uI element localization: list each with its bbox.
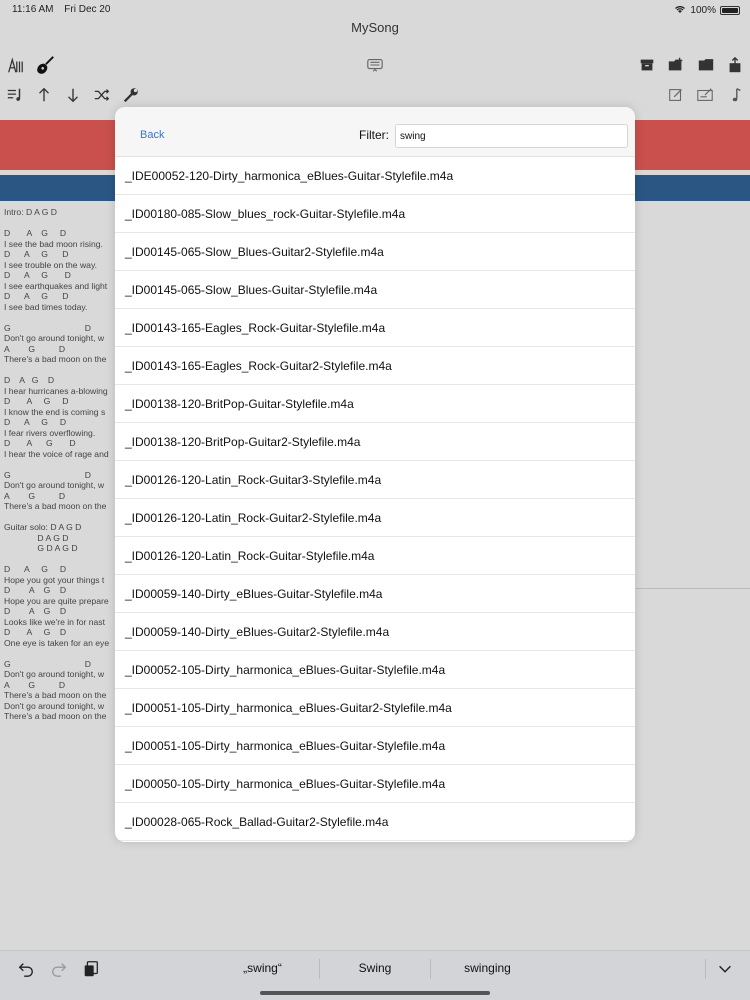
playlist-icon[interactable] — [5, 85, 25, 105]
file-list-item[interactable]: _ID00052-105-Dirty_harmonica_eBlues-Guit… — [115, 651, 635, 689]
file-list-item[interactable]: _ID00126-120-Latin_Rock-Guitar2-Stylefil… — [115, 499, 635, 537]
arrow-up-icon[interactable] — [34, 85, 54, 105]
file-list-item[interactable]: _ID00138-120-BritPop-Guitar2-Stylefile.m… — [115, 423, 635, 461]
file-list-item[interactable]: _ID00180-085-Slow_blues_rock-Guitar-Styl… — [115, 195, 635, 233]
undo-icon[interactable] — [16, 959, 36, 979]
suggestion-divider — [430, 959, 431, 979]
suggestion-divider — [319, 959, 320, 979]
suggestion-divider — [705, 959, 706, 979]
app-title: MySong — [351, 20, 399, 35]
music-note-icon[interactable] — [725, 85, 745, 105]
tuner-icon[interactable] — [5, 56, 25, 76]
folder-icon[interactable] — [696, 55, 716, 75]
file-list-item[interactable]: _ID00050-105-Dirty_harmonica_eBlues-Guit… — [115, 765, 635, 803]
file-list-item[interactable]: _IDE00052-120-Dirty_harmonica_eBlues-Gui… — [115, 157, 635, 195]
file-list: _IDE00052-120-Dirty_harmonica_eBlues-Gui… — [115, 157, 635, 841]
file-list-item[interactable]: _ID00051-105-Dirty_harmonica_eBlues-Guit… — [115, 689, 635, 727]
modal-header: Back Filter: — [115, 107, 635, 157]
file-list-item[interactable]: _ID00126-120-Latin_Rock-Guitar-Stylefile… — [115, 537, 635, 575]
edit-icon[interactable] — [666, 85, 686, 105]
file-list-item[interactable]: _ID00143-165-Eagles_Rock-Guitar-Stylefil… — [115, 309, 635, 347]
file-list-item[interactable]: _ID00145-065-Slow_Blues-Guitar2-Stylefil… — [115, 233, 635, 271]
share-icon[interactable] — [725, 55, 745, 75]
file-list-item[interactable]: _ID00059-140-Dirty_eBlues-Guitar2-Stylef… — [115, 613, 635, 651]
arrow-down-icon[interactable] — [63, 85, 83, 105]
file-list-item[interactable]: _ID00051-105-Dirty_harmonica_eBlues-Guit… — [115, 727, 635, 765]
suggestion-capitalized[interactable]: Swing — [335, 961, 415, 975]
file-list-item[interactable]: _ID00059-140-Dirty_eBlues-Guitar-Stylefi… — [115, 575, 635, 613]
keyboard-toggle-icon[interactable] — [365, 55, 385, 75]
file-list-item[interactable]: _ID00028-065-Rock_Ballad-Guitar2-Stylefi… — [115, 803, 635, 841]
dismiss-keyboard-icon[interactable] — [715, 959, 735, 979]
suggestion-word[interactable]: swinging — [440, 961, 535, 975]
guitar-icon[interactable] — [33, 54, 57, 78]
song-lyrics: Intro: D A G D D A G D I see the bad moo… — [4, 207, 110, 721]
status-time: 11:16 AM — [12, 4, 54, 15]
file-list-item[interactable]: _ID00126-120-Latin_Rock-Guitar3-Stylefil… — [115, 461, 635, 499]
paste-icon[interactable] — [81, 959, 101, 979]
status-bar: 11:16 AM Fri Dec 20 100% — [0, 0, 750, 20]
archive-icon[interactable] — [637, 55, 657, 75]
file-list-item[interactable]: _ID00145-065-Slow_Blues-Guitar-Stylefile… — [115, 271, 635, 309]
back-button[interactable]: Back — [140, 129, 164, 141]
wrench-icon[interactable] — [121, 85, 141, 105]
shuffle-icon[interactable] — [92, 85, 112, 105]
file-picker-modal: Back Filter: _IDE00052-120-Dirty_harmoni… — [115, 107, 635, 842]
file-list-item[interactable]: _ID00143-165-Eagles_Rock-Guitar2-Stylefi… — [115, 347, 635, 385]
divider — [636, 588, 750, 589]
status-date: Fri Dec 20 — [64, 4, 111, 15]
new-folder-icon[interactable] — [666, 55, 686, 75]
battery-icon — [720, 6, 740, 15]
wifi-icon — [674, 4, 686, 17]
home-indicator — [260, 991, 490, 995]
filter-label: Filter: — [359, 128, 389, 142]
battery-percent: 100% — [690, 5, 716, 16]
filter-input[interactable] — [395, 124, 628, 148]
sign-edit-icon[interactable] — [695, 85, 715, 105]
file-list-item[interactable]: _ID00138-120-BritPop-Guitar-Stylefile.m4… — [115, 385, 635, 423]
redo-icon[interactable] — [49, 959, 69, 979]
suggestion-quoted[interactable]: „swing“ — [220, 961, 305, 975]
